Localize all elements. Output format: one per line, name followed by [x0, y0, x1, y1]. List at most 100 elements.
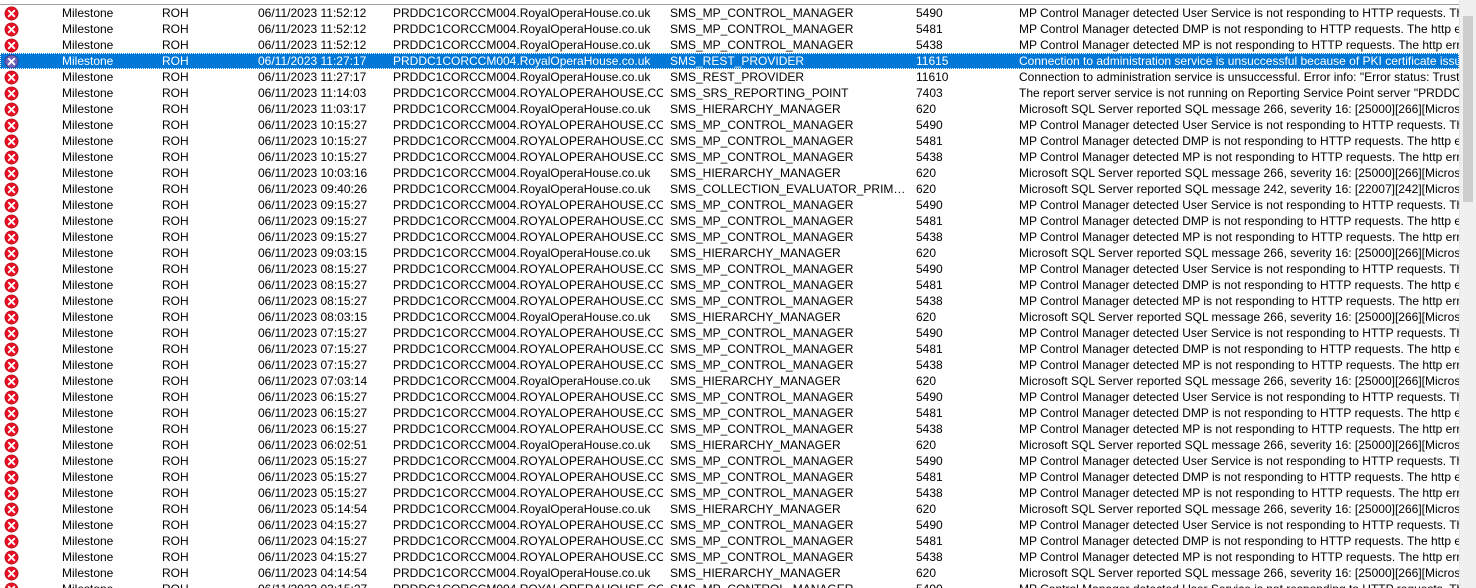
- date-time-cell: 06/11/2023 11:27:17: [258, 70, 367, 84]
- date-time-cell: 06/11/2023 09:15:27: [258, 230, 368, 244]
- description-cell: MP Control Manager detected MP is not re…: [1019, 358, 1459, 372]
- date-time-cell: 06/11/2023 04:15:27: [258, 518, 368, 532]
- status-icon-cell: [4, 293, 21, 309]
- message-type-cell: Milestone: [62, 566, 114, 580]
- component-cell: SMS_MP_CONTROL_MANAGER: [670, 118, 854, 132]
- table-row[interactable]: Milestone ROH 06/11/2023 05:15:27 PRDDC1COR…: [0, 469, 1459, 485]
- scrollbar-thumb[interactable]: [1463, 16, 1473, 202]
- table-row[interactable]: Milestone ROH 06/11/2023 07:03:14 PRDDC1COR…: [0, 373, 1459, 389]
- table-row[interactable]: Milestone ROH 06/11/2023 08:03:15 PRDDC1COR…: [0, 309, 1459, 325]
- table-row[interactable]: Milestone ROH 06/11/2023 07:15:27 PRDDC1COR…: [0, 357, 1459, 373]
- table-row[interactable]: Milestone ROH 06/11/2023 08:15:27 PRDDC1COR…: [0, 261, 1459, 277]
- table-row[interactable]: Milestone ROH 06/11/2023 09:03:15 PRDDC1COR…: [0, 245, 1459, 261]
- description-cell: MP Control Manager detected User Service…: [1019, 118, 1459, 132]
- table-row[interactable]: Milestone ROH 06/11/2023 06:15:27 PRDDC1COR…: [0, 421, 1459, 437]
- table-row-selected[interactable]: Milestone ROH 06/11/2023 11:27:17 PRDDC1COR…: [0, 53, 1459, 69]
- error-x-icon: [4, 582, 19, 588]
- table-row[interactable]: Milestone ROH 06/11/2023 08:15:27 PRDDC1COR…: [0, 277, 1459, 293]
- description-cell: Microsoft SQL Server reported SQL messag…: [1019, 166, 1459, 180]
- site-code-cell: ROH: [162, 230, 189, 244]
- status-icon-cell: [4, 341, 21, 357]
- table-row[interactable]: Milestone ROH 06/11/2023 10:15:27 PRDDC1COR…: [0, 133, 1459, 149]
- message-type-cell: Milestone: [62, 22, 114, 36]
- table-row[interactable]: Milestone ROH 06/11/2023 09:15:27 PRDDC1COR…: [0, 197, 1459, 213]
- system-cell: PRDDC1CORCCM004.ROYALOPERAHOUSE.CO.UK: [393, 486, 663, 500]
- table-row[interactable]: Milestone ROH 06/11/2023 04:15:27 PRDDC1COR…: [0, 517, 1459, 533]
- error-x-icon: [4, 134, 19, 149]
- table-row[interactable]: Milestone ROH 06/11/2023 11:52:12 PRDDC1COR…: [0, 5, 1459, 21]
- component-cell: SMS_MP_CONTROL_MANAGER: [670, 294, 854, 308]
- message-id-cell: 5490: [916, 581, 1012, 588]
- status-icon-cell: [4, 37, 21, 53]
- date-time-cell: 06/11/2023 07:15:27: [258, 326, 368, 340]
- status-icon-cell: [4, 373, 21, 389]
- table-row[interactable]: Milestone ROH 06/11/2023 08:15:27 PRDDC1COR…: [0, 293, 1459, 309]
- table-row[interactable]: Milestone ROH 06/11/2023 11:52:12 PRDDC1COR…: [0, 37, 1459, 53]
- table-row[interactable]: Milestone ROH 06/11/2023 06:15:27 PRDDC1COR…: [0, 405, 1459, 421]
- table-row[interactable]: Milestone ROH 06/11/2023 10:15:27 PRDDC1COR…: [0, 149, 1459, 165]
- error-x-icon: [4, 518, 19, 533]
- status-messages-list[interactable]: Milestone ROH 06/11/2023 11:52:12 PRDDC1COR…: [0, 0, 1459, 588]
- table-row[interactable]: Milestone ROH 06/11/2023 09:15:27 PRDDC1COR…: [0, 229, 1459, 245]
- error-x-icon: [4, 502, 19, 517]
- table-row[interactable]: Milestone ROH 06/11/2023 06:02:51 PRDDC1COR…: [0, 437, 1459, 453]
- table-row[interactable]: Milestone ROH 06/11/2023 05:15:27 PRDDC1COR…: [0, 453, 1459, 469]
- description-cell: MP Control Manager detected DMP is not r…: [1019, 470, 1459, 484]
- table-row[interactable]: Milestone ROH 06/11/2023 07:15:27 PRDDC1COR…: [0, 325, 1459, 341]
- date-time-cell: 06/11/2023 03:15:27: [258, 581, 390, 588]
- site-code-cell: ROH: [162, 470, 189, 484]
- component-cell: SMS_MP_CONTROL_MANAGER: [670, 150, 854, 164]
- description-cell: MP Control Manager detected MP is not re…: [1019, 422, 1459, 436]
- table-row[interactable]: Milestone ROH 06/11/2023 07:15:27 PRDDC1COR…: [0, 341, 1459, 357]
- site-code-cell: ROH: [162, 486, 189, 500]
- site-code-cell: ROH: [162, 534, 189, 548]
- table-row[interactable]: Milestone ROH 06/11/2023 05:14:54 PRDDC1COR…: [0, 501, 1459, 517]
- component-cell: SMS_HIERARCHY_MANAGER: [670, 310, 841, 324]
- table-row[interactable]: Milestone ROH 06/11/2023 04:14:54 PRDDC1COR…: [0, 565, 1459, 581]
- table-row[interactable]: Milestone ROH 06/11/2023 09:40:26 PRDDC1COR…: [0, 181, 1459, 197]
- system-cell: PRDDC1CORCCM004.ROYALOPERAHOUSE.CO.UK: [393, 454, 663, 468]
- system-cell: PRDDC1CORCCM004.ROYALOPERAHOUSE.CO.UK: [393, 550, 663, 564]
- description-cell: Microsoft SQL Server reported SQL messag…: [1019, 182, 1459, 196]
- table-row[interactable]: Milestone ROH 06/11/2023 11:27:17 PRDDC1COR…: [0, 69, 1459, 85]
- description-cell: MP Control Manager detected DMP is not r…: [1019, 278, 1459, 292]
- table-row[interactable]: Milestone ROH 06/11/2023 10:15:27 PRDDC1COR…: [0, 117, 1459, 133]
- date-time-cell: 06/11/2023 10:15:27: [258, 118, 368, 132]
- table-row[interactable]: Milestone ROH 06/11/2023 03:15:27PRDDC1COR…: [0, 581, 1459, 588]
- system-cell: PRDDC1CORCCM004.RoyalOperaHouse.co.uk: [393, 310, 651, 324]
- system-cell: PRDDC1CORCCM004.ROYALOPERAHOUSE.CO.UK: [393, 358, 663, 372]
- table-row[interactable]: Milestone ROH 06/11/2023 04:15:27 PRDDC1COR…: [0, 549, 1459, 565]
- table-row[interactable]: Milestone ROH 06/11/2023 09:15:27 PRDDC1COR…: [0, 213, 1459, 229]
- table-row[interactable]: Milestone ROH 06/11/2023 04:15:27 PRDDC1COR…: [0, 533, 1459, 549]
- table-row[interactable]: Milestone ROH 06/11/2023 06:15:27 PRDDC1COR…: [0, 389, 1459, 405]
- status-icon-cell: [4, 325, 21, 341]
- system-cell: PRDDC1CORCCM004.RoyalOperaHouse.co.uk: [393, 6, 651, 20]
- error-x-icon: [4, 118, 19, 133]
- status-icon-cell: [4, 277, 21, 293]
- table-row[interactable]: Milestone ROH 06/11/2023 11:03:17 PRDDC1COR…: [0, 101, 1459, 117]
- component-cell: SMS_MP_CONTROL_MANAGER: [670, 390, 854, 404]
- date-time-cell: 06/11/2023 07:15:27: [258, 342, 368, 356]
- table-row[interactable]: Milestone ROH 06/11/2023 10:03:16 PRDDC1COR…: [0, 165, 1459, 181]
- system-cell: PRDDC1CORCCM004.ROYALOPERAHOUSE.CO.UK: [393, 150, 663, 164]
- status-icon-cell: [4, 165, 21, 181]
- message-id-cell: 620: [916, 566, 937, 580]
- table-row[interactable]: Milestone ROH 06/11/2023 11:52:12 PRDDC1COR…: [0, 21, 1459, 37]
- component-cell: SMS_SRS_REPORTING_POINT: [670, 86, 849, 100]
- date-time-cell: 06/11/2023 11:03:17: [258, 102, 367, 116]
- vertical-scrollbar[interactable]: [1459, 0, 1476, 588]
- site-code-cell: ROH: [162, 342, 189, 356]
- date-time-cell: 06/11/2023 09:15:27: [258, 214, 368, 228]
- site-code-cell: ROH: [162, 422, 189, 436]
- system-cell: PRDDC1CORCCM004.RoyalOperaHouse.co.uk: [393, 182, 651, 196]
- table-row[interactable]: Milestone ROH 06/11/2023 05:15:27 PRDDC1COR…: [0, 485, 1459, 501]
- error-x-icon: [4, 534, 19, 549]
- message-id-cell: 5490: [916, 262, 943, 276]
- message-type-cell: Milestone: [62, 70, 114, 84]
- site-code-cell: ROH: [162, 278, 189, 292]
- system-cell: PRDDC1CORCCM004.RoyalOperaHouse.co.uk: [393, 374, 651, 388]
- error-x-icon: [4, 326, 19, 341]
- table-row[interactable]: Milestone ROH 06/11/2023 11:14:03 PRDDC1COR…: [0, 85, 1459, 101]
- date-time-cell: 06/11/2023 11:52:12: [258, 38, 367, 52]
- date-time-cell: 06/11/2023 08:15:27: [258, 278, 368, 292]
